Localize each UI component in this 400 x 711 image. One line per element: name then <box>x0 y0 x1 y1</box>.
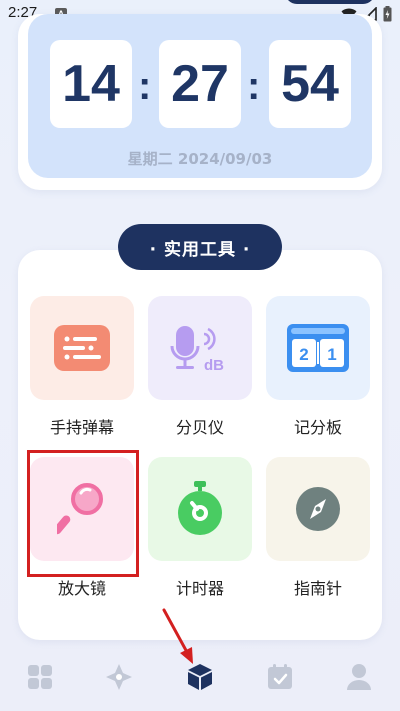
clock-hours: 14 <box>50 40 132 128</box>
nav-profile[interactable] <box>344 662 374 692</box>
decibel-icon: dB <box>170 326 224 374</box>
tool-tile[interactable] <box>148 457 252 561</box>
discover-icon <box>106 664 132 690</box>
clock-seconds: 54 <box>269 40 351 128</box>
tools-icon <box>188 664 212 690</box>
tool-label: 放大镜 <box>57 579 106 598</box>
bottom-nav <box>0 652 400 702</box>
nav-tools[interactable] <box>185 662 215 692</box>
scoreboard-icon: 2 1 <box>287 324 349 372</box>
tool-tile[interactable] <box>30 296 134 400</box>
tool-scoreboard[interactable]: 2 1 记分板 <box>266 296 370 438</box>
clock-separator: : <box>247 64 261 108</box>
nav-discover[interactable] <box>104 662 134 692</box>
header-tab-edge <box>285 0 375 4</box>
tool-label: 分贝仪 <box>175 418 224 437</box>
score-left: 2 <box>299 345 308 364</box>
clock-minutes: 27 <box>159 40 241 128</box>
tool-tile[interactable]: dB <box>148 296 252 400</box>
clock-card: 14 : 27 : 54 星期二 2024/09/03 <box>18 14 382 190</box>
tool-label: 手持弹幕 <box>49 418 114 437</box>
tool-tile[interactable] <box>266 457 370 561</box>
tool-compass[interactable]: 指南针 <box>266 457 370 599</box>
score-right: 1 <box>327 345 336 364</box>
timer-icon <box>178 481 222 535</box>
clock-separator: : <box>138 64 152 108</box>
nav-home[interactable] <box>25 662 55 692</box>
clock-panel: 14 : 27 : 54 星期二 2024/09/03 <box>28 14 372 178</box>
nav-calendar[interactable] <box>265 662 295 692</box>
highlight-box <box>27 450 139 577</box>
decibel-icon-text: dB <box>204 357 224 374</box>
calendar-icon <box>268 664 292 689</box>
battery-icon <box>383 6 392 22</box>
tool-label: 指南针 <box>293 579 342 598</box>
tool-label: 记分板 <box>293 418 342 437</box>
profile-icon <box>347 664 371 690</box>
compass-icon <box>296 487 340 531</box>
tool-tile[interactable]: 2 1 <box>266 296 370 400</box>
tool-timer[interactable]: 计时器 <box>148 457 252 599</box>
tool-handheld-danmaku[interactable]: 手持弹幕 <box>30 296 134 438</box>
tool-decibel-meter[interactable]: dB 分贝仪 <box>148 296 252 438</box>
home-icon <box>28 665 52 689</box>
tools-section-title: · 实用工具 · <box>118 224 282 270</box>
clock-date: 星期二 2024/09/03 <box>127 150 273 168</box>
danmaku-icon <box>54 325 110 371</box>
tool-label: 计时器 <box>175 579 224 598</box>
